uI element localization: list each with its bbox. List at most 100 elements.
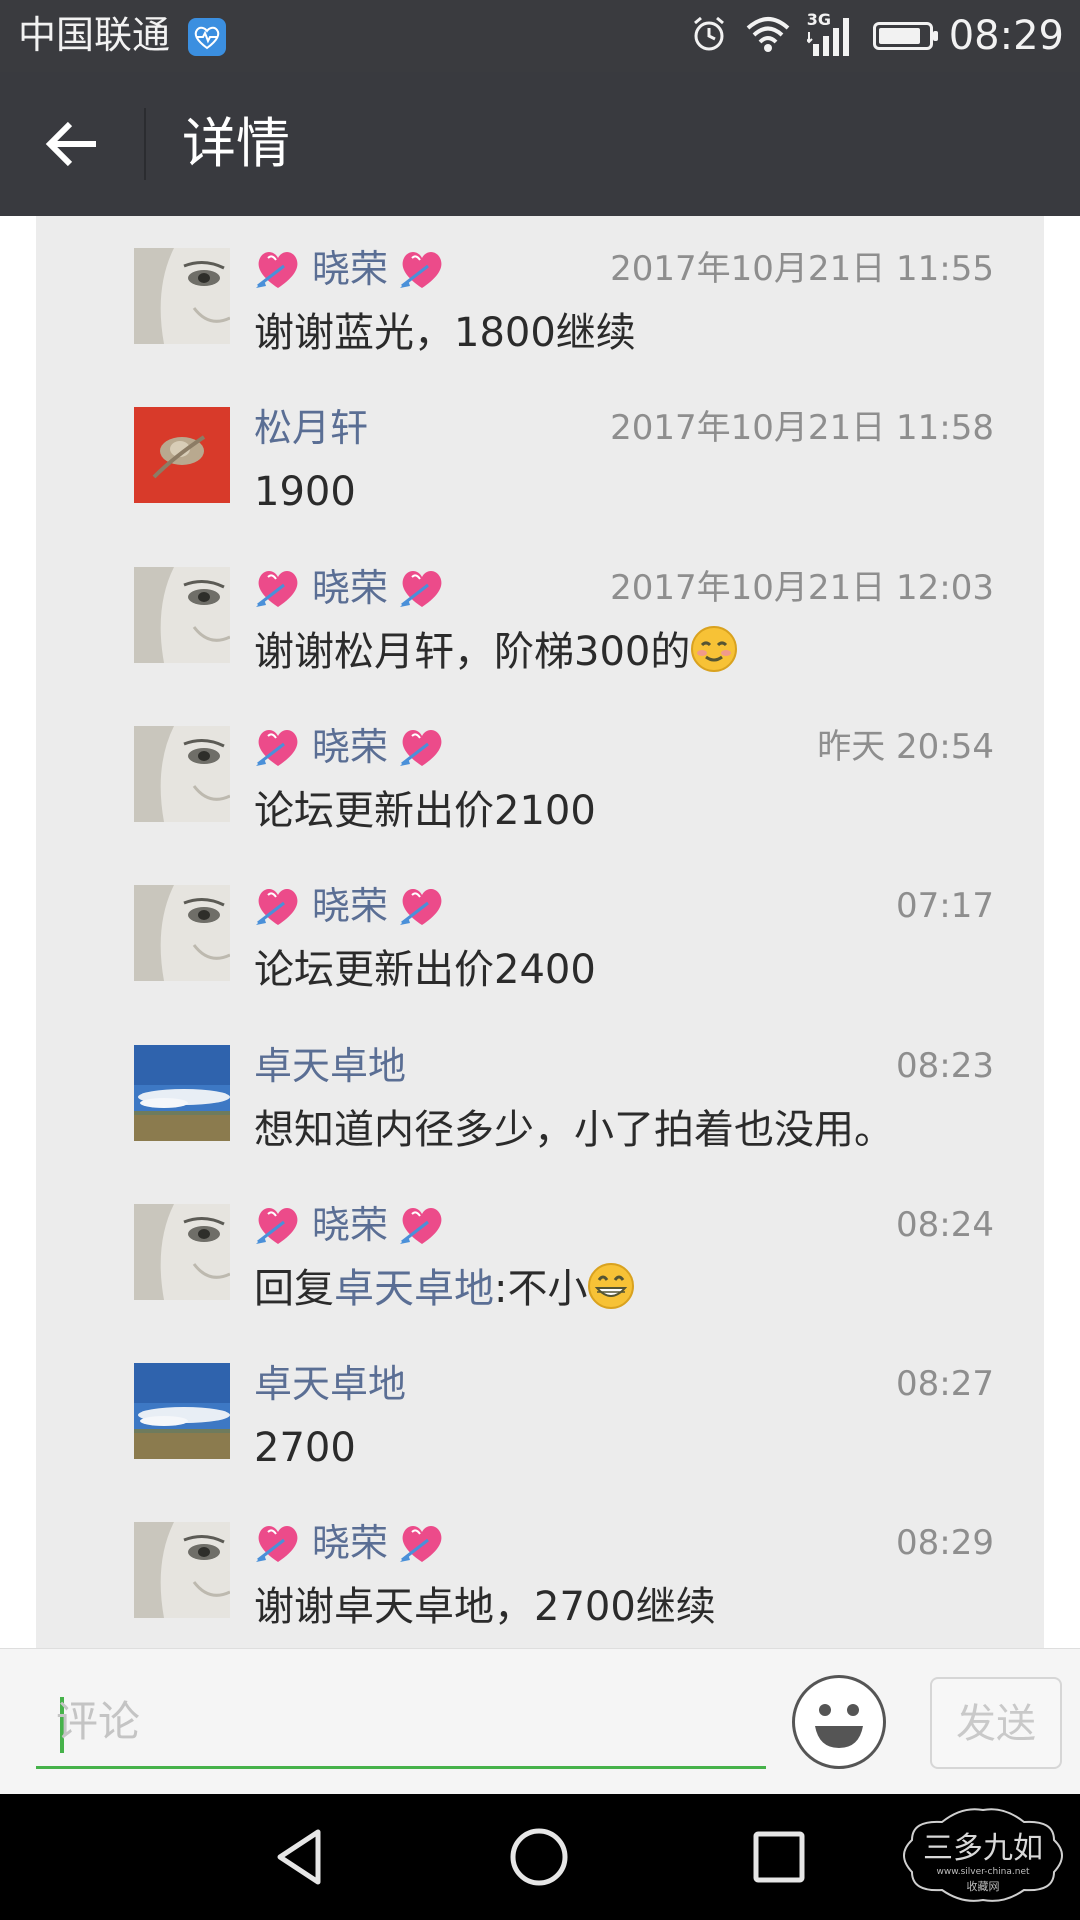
- commenter-name[interactable]: 晓荣: [254, 881, 446, 931]
- comment-text: 想知道内径多少，小了拍着也没用。: [254, 1103, 894, 1157]
- comment-row[interactable]: 晓荣 08:24 回复卓天卓地:不小: [36, 1172, 1044, 1331]
- watermark-title: 三多九如: [923, 1831, 1043, 1866]
- comment-body: 1900: [254, 469, 356, 516]
- back-arrow-icon[interactable]: [40, 112, 104, 176]
- comment-bar: 发送: [0, 1648, 1080, 1795]
- status-bar: 中国联通 3G 08:29: [0, 0, 1080, 72]
- comment-time: 08:24: [896, 1204, 994, 1245]
- avatar[interactable]: [134, 1363, 230, 1460]
- heart-arrow-icon: [254, 1202, 302, 1248]
- avatar[interactable]: [134, 1203, 230, 1300]
- heart-arrow-icon: [398, 246, 446, 292]
- watermark-logo: 三多九如 www.silver-china.net 收藏网: [892, 1800, 1074, 1910]
- heart-arrow-icon: [398, 565, 446, 611]
- cellular-signal-icon: 3G: [806, 10, 857, 60]
- send-button[interactable]: 发送: [930, 1677, 1062, 1769]
- comment-body: 2700: [254, 1425, 356, 1472]
- comment-time: 2017年10月21日 11:55: [610, 249, 994, 289]
- commenter-name-text: 卓天卓地: [254, 1043, 407, 1088]
- comment-row[interactable]: 晓荣 昨天 20:54 论坛更新出价2100: [36, 694, 1044, 853]
- comment-text: 1900: [254, 465, 356, 519]
- grin-emoji: [587, 1262, 635, 1312]
- comment-time: 2017年10月21日 12:03: [610, 567, 994, 608]
- commenter-name[interactable]: 松月轩: [254, 403, 368, 453]
- commenter-name[interactable]: 晓荣: [254, 722, 446, 772]
- avatar[interactable]: [134, 566, 230, 663]
- wifi-icon: [745, 14, 791, 58]
- comment-input[interactable]: [36, 1679, 766, 1763]
- comment-row[interactable]: 晓荣 07:17 论坛更新出价2400: [36, 853, 1044, 1012]
- commenter-name-text: 晓荣: [312, 1202, 389, 1247]
- status-time: 08:29: [948, 13, 1064, 59]
- commenter-name-text: 卓天卓地: [254, 1362, 407, 1407]
- comment-row[interactable]: 松月轩 2017年10月21日 11:58 1900: [36, 375, 1044, 534]
- heart-arrow-icon: [398, 883, 446, 929]
- comment-body: 谢谢卓天卓地，2700继续: [254, 1584, 716, 1631]
- comment-text: 回复卓天卓地:不小: [254, 1262, 635, 1316]
- commenter-name-text: 晓荣: [312, 247, 389, 291]
- commenter-name-text: 晓荣: [312, 1521, 389, 1566]
- title-bar: 详情: [0, 72, 1080, 216]
- comment-time: 昨天 20:54: [817, 726, 994, 767]
- heart-arrow-icon: [254, 883, 302, 929]
- comment-text: 谢谢松月轩，阶梯300的: [254, 625, 738, 679]
- nav-back-icon[interactable]: [268, 1824, 334, 1890]
- commenter-name[interactable]: 晓荣: [254, 563, 446, 613]
- avatar[interactable]: [134, 1044, 230, 1141]
- commenter-name-text: 晓荣: [312, 565, 389, 610]
- blush-emoji: [690, 625, 738, 675]
- comment-text: 论坛更新出价2100: [254, 784, 596, 838]
- comment-body: 谢谢松月轩，阶梯300的: [254, 628, 691, 675]
- commenter-name-text: 晓荣: [312, 884, 389, 929]
- nav-recents-icon[interactable]: [746, 1824, 812, 1890]
- comment-row[interactable]: 卓天卓地 08:23 想知道内径多少，小了拍着也没用。: [36, 1013, 1044, 1172]
- carrier-label: 中国联通: [18, 13, 171, 57]
- emoji-button[interactable]: [792, 1675, 886, 1769]
- commenter-name[interactable]: 晓荣: [254, 1518, 446, 1568]
- reply-prefix: 回复: [254, 1265, 334, 1312]
- watermark-url: www.silver-china.net: [936, 1867, 1030, 1877]
- health-app-icon: [188, 18, 226, 56]
- comment-time: 08:27: [896, 1364, 994, 1405]
- comment-time: 2017年10月21日 11:58: [610, 408, 994, 449]
- comment-text: 谢谢卓天卓地，2700继续: [254, 1580, 716, 1634]
- comment-text: 2700: [254, 1421, 356, 1475]
- avatar[interactable]: [134, 248, 230, 344]
- commenter-name[interactable]: 卓天卓地: [254, 1359, 406, 1409]
- comment-body: :不小: [494, 1265, 588, 1312]
- watermark-sub: 收藏网: [967, 1879, 1000, 1893]
- comment-row[interactable]: 晓荣 2017年10月21日 12:03 谢谢松月轩，阶梯300的: [36, 535, 1044, 694]
- header-divider: [144, 108, 146, 180]
- heart-arrow-icon: [398, 1202, 446, 1248]
- comment-row[interactable]: 晓荣 08:29 谢谢卓天卓地，2700继续: [36, 1490, 1044, 1648]
- commenter-name-text: 松月轩: [254, 406, 369, 451]
- nav-home-icon[interactable]: [506, 1824, 572, 1890]
- comment-text: 谢谢蓝光，1800继续: [254, 306, 636, 360]
- comment-time: 08:23: [896, 1045, 994, 1086]
- commenter-name-text: 晓荣: [312, 724, 389, 769]
- comment-input-wrapper: [36, 1679, 766, 1769]
- avatar[interactable]: [134, 725, 230, 822]
- avatar[interactable]: [134, 885, 230, 982]
- alarm-icon: [689, 14, 729, 58]
- comment-row[interactable]: 晓荣 2017年10月21日 11:55 谢谢蓝光，1800继续: [36, 216, 1044, 375]
- comment-time: 08:29: [896, 1523, 994, 1564]
- commenter-name[interactable]: 晓荣: [254, 1200, 446, 1250]
- heart-arrow-icon: [254, 724, 302, 770]
- commenter-name[interactable]: 晓荣: [254, 244, 446, 294]
- comment-list[interactable]: 晓荣 2017年10月21日 11:55 谢谢蓝光，1800继续 松月轩 2017年10…: [36, 216, 1044, 1648]
- comment-body: 想知道内径多少，小了拍着也没用。: [254, 1106, 894, 1153]
- comment-body: 谢谢蓝光，1800继续: [254, 310, 636, 356]
- comment-text: 论坛更新出价2400: [254, 943, 596, 997]
- comment-body: 论坛更新出价2100: [254, 787, 596, 834]
- comment-time: 07:17: [896, 886, 994, 927]
- reply-mention-link[interactable]: 卓天卓地: [334, 1266, 494, 1312]
- heart-arrow-icon: [254, 1520, 302, 1566]
- heart-arrow-icon: [398, 724, 446, 770]
- avatar[interactable]: [134, 407, 230, 504]
- heart-arrow-icon: [254, 565, 302, 611]
- avatar[interactable]: [134, 1522, 230, 1619]
- commenter-name[interactable]: 卓天卓地: [254, 1041, 406, 1091]
- comment-row[interactable]: 卓天卓地 08:27 2700: [36, 1331, 1044, 1490]
- heart-arrow-icon: [254, 246, 302, 292]
